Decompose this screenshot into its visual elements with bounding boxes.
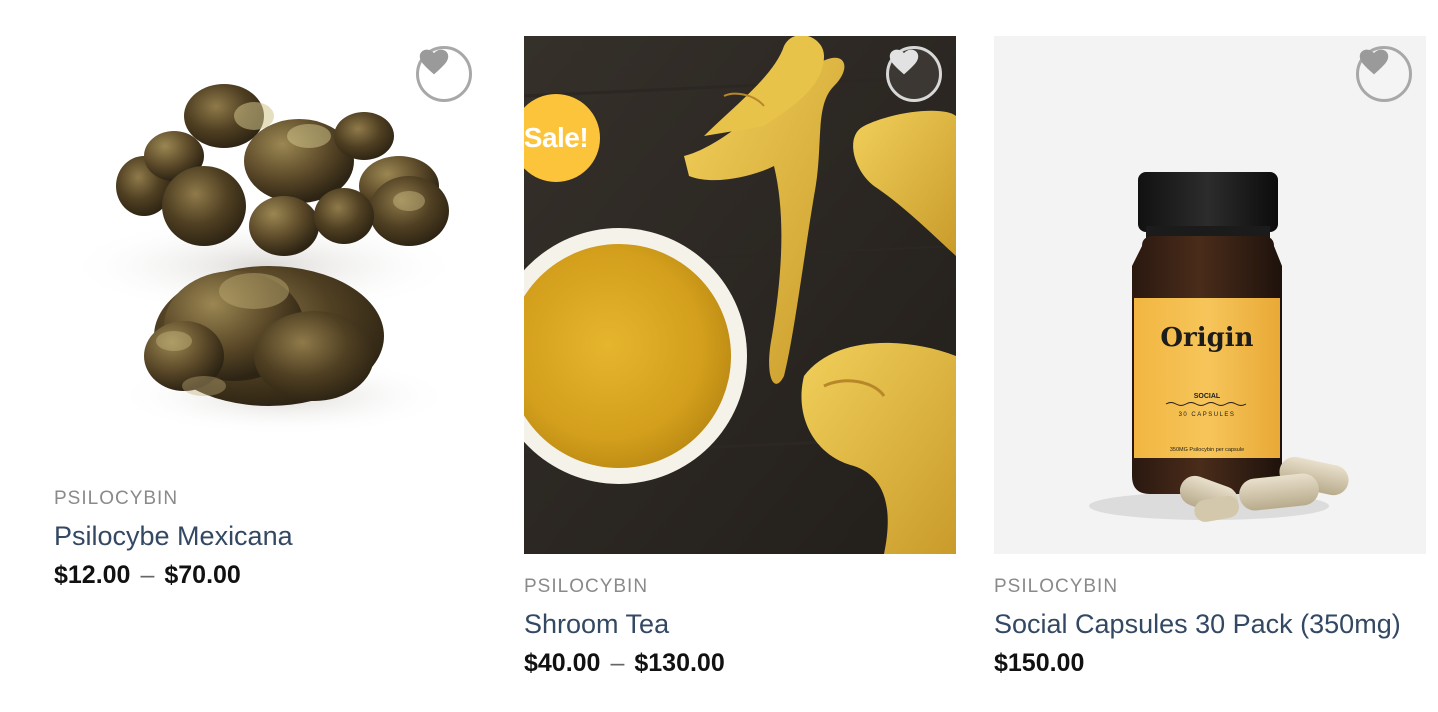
mushroom-truffles-image [64, 84, 464, 436]
wishlist-button[interactable] [886, 46, 942, 102]
product-title-link[interactable]: Social Capsules 30 Pack (350mg) [994, 608, 1426, 640]
price-high: $130.00 [634, 649, 725, 677]
product-category-link[interactable]: PSILOCYBIN [54, 488, 486, 510]
product-title-link[interactable]: Psilocybe Mexicana [54, 520, 486, 552]
product-category-link[interactable]: PSILOCYBIN [524, 576, 956, 598]
bottle-brand-text: Origin [1160, 323, 1253, 353]
price-low: $12.00 [54, 561, 131, 589]
product-card-social-capsules: Origin SOCIAL 30 CAPSULES 350MG Psilocyb… [994, 36, 1426, 678]
product-title-link[interactable]: Shroom Tea [524, 608, 956, 640]
product-image-link[interactable]: Origin SOCIAL 30 CAPSULES 350MG Psilocyb… [994, 36, 1426, 554]
wishlist-button[interactable] [416, 46, 472, 102]
price-separator: – [610, 649, 625, 677]
product-grid: PSILOCYBIN Psilocybe Mexicana $12.00– $70… [0, 0, 1438, 712]
heart-icon [419, 49, 449, 75]
product-price: $150.00 [994, 649, 1085, 677]
product-category-link[interactable]: PSILOCYBIN [994, 576, 1426, 598]
wishlist-button[interactable] [1356, 46, 1412, 102]
price-separator: – [140, 561, 155, 589]
heart-icon [1359, 49, 1389, 75]
price-high: $70.00 [164, 561, 241, 589]
product-image-link[interactable]: Sale! [524, 36, 956, 554]
product-image-link[interactable] [54, 36, 486, 466]
product-price-range: $40.00– $130.00 [524, 648, 956, 678]
product-card-psilocybe-mexicana: PSILOCYBIN Psilocybe Mexicana $12.00– $70… [54, 36, 486, 590]
product-card-shroom-tea: Sale! PSILOCYBIN Shroom Tea $40.00– $130.… [524, 36, 956, 678]
capsule-bottle-image: Origin SOCIAL 30 CAPSULES 350MG Psilocyb… [1089, 172, 1349, 522]
bottle-count-text: 30 CAPSULES [1179, 412, 1236, 418]
product-price-range: $12.00– $70.00 [54, 560, 486, 590]
heart-icon [889, 49, 919, 75]
price-low: $40.00 [524, 649, 601, 677]
bottle-line-text: SOCIAL [1194, 393, 1221, 400]
bottle-dose-text: 350MG Psilocybin per capsule [1170, 447, 1244, 453]
